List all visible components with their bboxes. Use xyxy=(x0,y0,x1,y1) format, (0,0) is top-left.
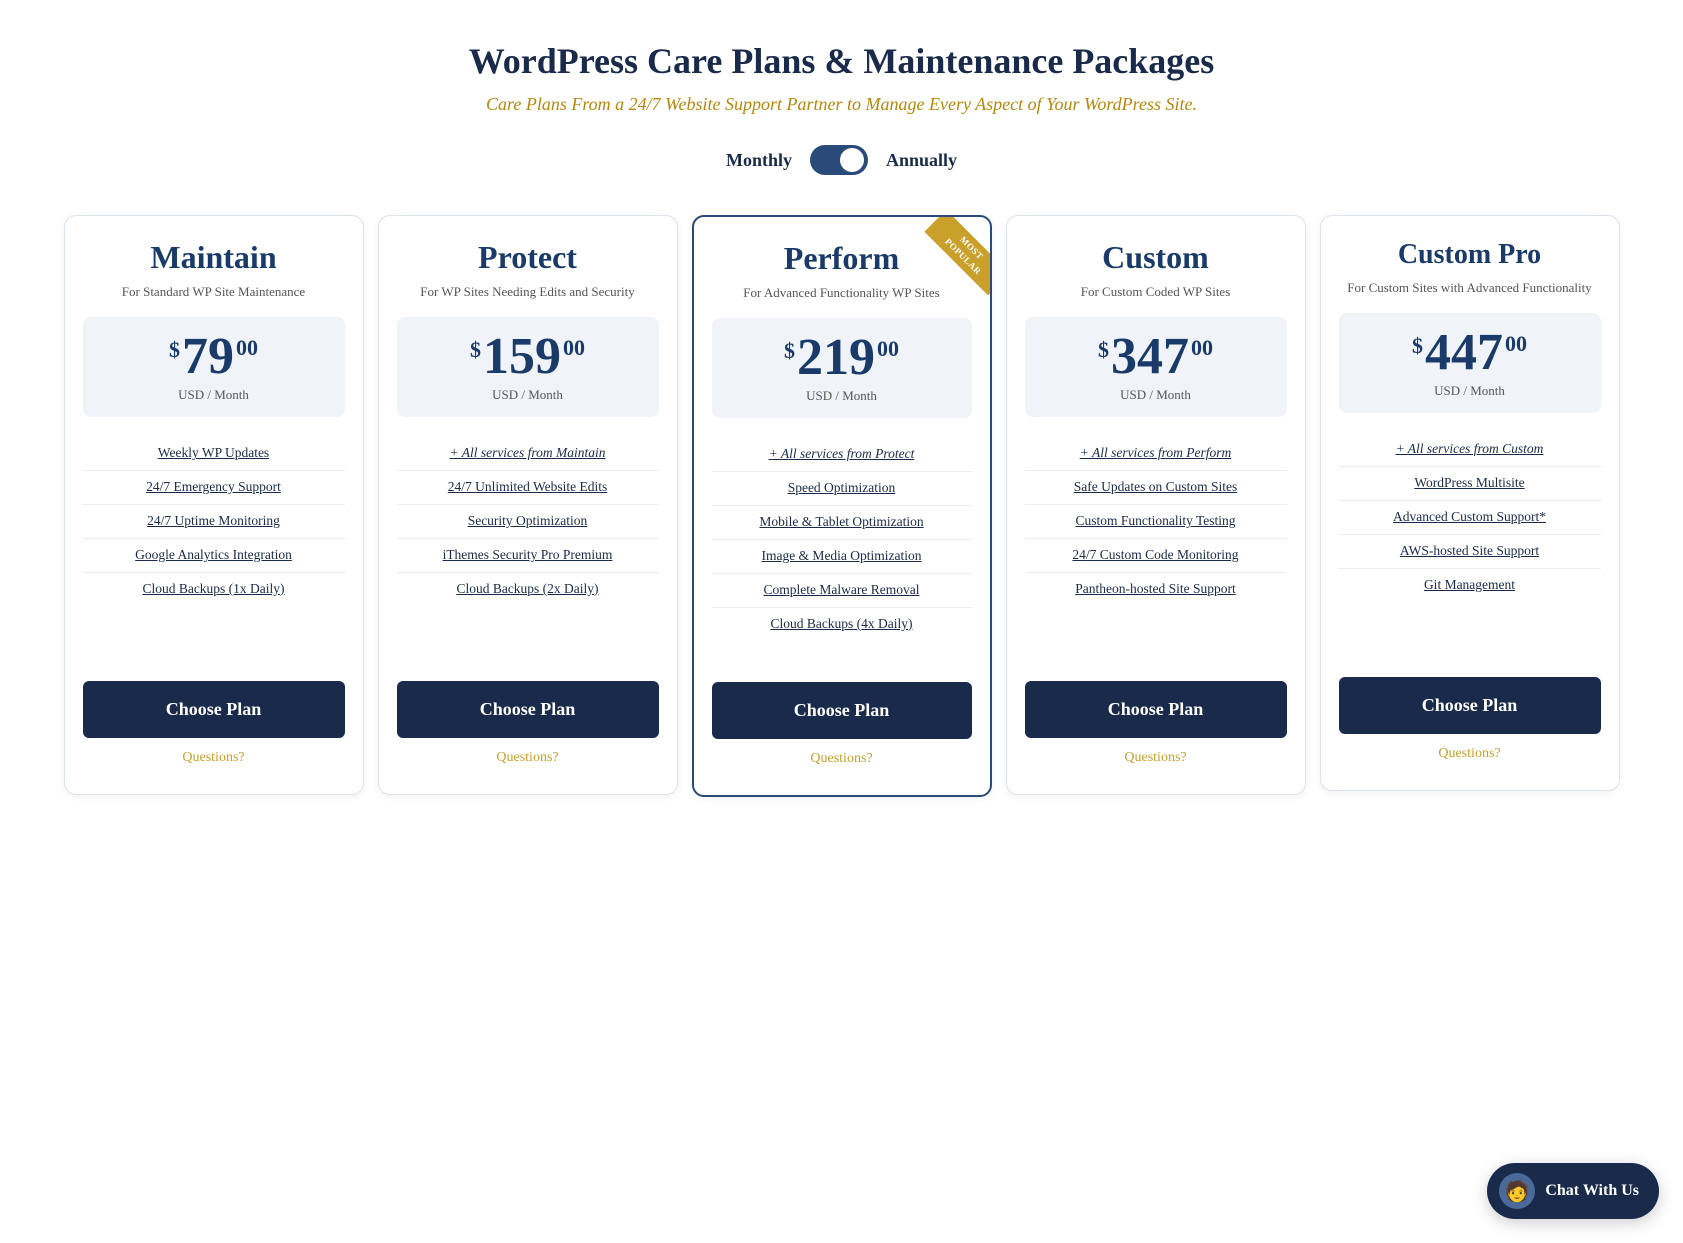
plan-desc-custom: For Custom Coded WP Sites xyxy=(1025,283,1287,301)
plan-card-custom_pro: Custom Pro For Custom Sites with Advance… xyxy=(1320,215,1620,791)
most-popular-label: MOSTPOPULAR xyxy=(924,217,990,296)
price-period-perform: USD / Month xyxy=(722,388,962,404)
feature-item: Weekly WP Updates xyxy=(83,437,345,471)
feature-item: + All services from Protect xyxy=(712,438,972,472)
choose-plan-button-custom_pro[interactable]: Choose Plan xyxy=(1339,677,1601,734)
feature-item: iThemes Security Pro Premium xyxy=(397,539,659,573)
feature-item: 24/7 Emergency Support xyxy=(83,471,345,505)
price-period-custom_pro: USD / Month xyxy=(1349,383,1591,399)
price-cents-perform: 00 xyxy=(877,338,899,360)
billing-toggle-group: Monthly Annually xyxy=(20,145,1663,175)
price-period-maintain: USD / Month xyxy=(93,387,335,403)
price-dollar-perform: $ xyxy=(784,340,795,362)
features-list-custom_pro: + All services from CustomWordPress Mult… xyxy=(1339,433,1601,653)
feature-item: Complete Malware Removal xyxy=(712,574,972,608)
price-box-maintain: $ 79 00 USD / Month xyxy=(83,317,345,417)
plan-card-maintain: Maintain For Standard WP Site Maintenanc… xyxy=(64,215,364,795)
monthly-label: Monthly xyxy=(726,150,792,171)
feature-item: 24/7 Uptime Monitoring xyxy=(83,505,345,539)
price-amount-custom_pro: 447 xyxy=(1425,327,1503,379)
plan-desc-maintain: For Standard WP Site Maintenance xyxy=(83,283,345,301)
plan-desc-protect: For WP Sites Needing Edits and Security xyxy=(397,283,659,301)
plan-card-custom: Custom For Custom Coded WP Sites $ 347 0… xyxy=(1006,215,1306,795)
price-dollar-maintain: $ xyxy=(169,339,180,361)
feature-item: Advanced Custom Support* xyxy=(1339,501,1601,535)
feature-item: + All services from Custom xyxy=(1339,433,1601,467)
feature-item: Google Analytics Integration xyxy=(83,539,345,573)
price-dollar-custom_pro: $ xyxy=(1412,335,1423,357)
price-cents-protect: 00 xyxy=(563,337,585,359)
feature-item: WordPress Multisite xyxy=(1339,467,1601,501)
questions-link-perform[interactable]: Questions? xyxy=(712,751,972,767)
plan-card-perform: MOSTPOPULAR Perform For Advanced Functio… xyxy=(692,215,992,797)
feature-item: + All services from Maintain xyxy=(397,437,659,471)
features-list-protect: + All services from Maintain24/7 Unlimit… xyxy=(397,437,659,657)
price-cents-custom: 00 xyxy=(1191,337,1213,359)
choose-plan-button-maintain[interactable]: Choose Plan xyxy=(83,681,345,738)
page-title: WordPress Care Plans & Maintenance Packa… xyxy=(20,40,1663,82)
price-box-custom_pro: $ 447 00 USD / Month xyxy=(1339,313,1601,413)
feature-item: Custom Functionality Testing xyxy=(1025,505,1287,539)
plan-name-maintain: Maintain xyxy=(83,240,345,275)
plan-name-custom: Custom xyxy=(1025,240,1287,275)
plans-container: Maintain For Standard WP Site Maintenanc… xyxy=(42,215,1642,797)
questions-link-protect[interactable]: Questions? xyxy=(397,750,659,766)
price-period-protect: USD / Month xyxy=(407,387,649,403)
questions-link-maintain[interactable]: Questions? xyxy=(83,750,345,766)
price-dollar-protect: $ xyxy=(470,339,481,361)
chat-widget[interactable]: 🧑 Chat With Us xyxy=(1487,1163,1659,1219)
plan-card-protect: Protect For WP Sites Needing Edits and S… xyxy=(378,215,678,795)
price-box-protect: $ 159 00 USD / Month xyxy=(397,317,659,417)
feature-item: Cloud Backups (1x Daily) xyxy=(83,573,345,606)
choose-plan-button-perform[interactable]: Choose Plan xyxy=(712,682,972,739)
choose-plan-button-custom[interactable]: Choose Plan xyxy=(1025,681,1287,738)
page-header: WordPress Care Plans & Maintenance Packa… xyxy=(20,40,1663,115)
toggle-thumb xyxy=(840,148,864,172)
plan-name-protect: Protect xyxy=(397,240,659,275)
choose-plan-button-protect[interactable]: Choose Plan xyxy=(397,681,659,738)
feature-item: Security Optimization xyxy=(397,505,659,539)
questions-link-custom_pro[interactable]: Questions? xyxy=(1339,746,1601,762)
feature-item: Safe Updates on Custom Sites xyxy=(1025,471,1287,505)
most-popular-ribbon: MOSTPOPULAR xyxy=(900,217,990,307)
page-subtitle: Care Plans From a 24/7 Website Support P… xyxy=(20,94,1663,115)
price-amount-perform: 219 xyxy=(797,332,875,384)
price-amount-maintain: 79 xyxy=(182,331,234,383)
feature-item: Cloud Backups (2x Daily) xyxy=(397,573,659,606)
price-box-custom: $ 347 00 USD / Month xyxy=(1025,317,1287,417)
feature-item: 24/7 Custom Code Monitoring xyxy=(1025,539,1287,573)
price-period-custom: USD / Month xyxy=(1035,387,1277,403)
feature-item: 24/7 Unlimited Website Edits xyxy=(397,471,659,505)
features-list-perform: + All services from ProtectSpeed Optimiz… xyxy=(712,438,972,658)
annually-label: Annually xyxy=(886,150,957,171)
feature-item: Cloud Backups (4x Daily) xyxy=(712,608,972,641)
billing-toggle[interactable] xyxy=(810,145,868,175)
chat-widget-label: Chat With Us xyxy=(1545,1182,1639,1200)
plan-name-custom_pro: Custom Pro xyxy=(1339,240,1601,271)
plan-desc-custom_pro: For Custom Sites with Advanced Functiona… xyxy=(1339,279,1601,297)
features-list-maintain: Weekly WP Updates24/7 Emergency Support2… xyxy=(83,437,345,657)
chat-avatar-icon: 🧑 xyxy=(1499,1173,1535,1209)
price-amount-protect: 159 xyxy=(483,331,561,383)
price-cents-custom_pro: 00 xyxy=(1505,333,1527,355)
feature-item: Image & Media Optimization xyxy=(712,540,972,574)
questions-link-custom[interactable]: Questions? xyxy=(1025,750,1287,766)
feature-item: Speed Optimization xyxy=(712,472,972,506)
features-list-custom: + All services from PerformSafe Updates … xyxy=(1025,437,1287,657)
feature-item: Pantheon-hosted Site Support xyxy=(1025,573,1287,606)
price-dollar-custom: $ xyxy=(1098,339,1109,361)
feature-item: Git Management xyxy=(1339,569,1601,602)
price-cents-maintain: 00 xyxy=(236,337,258,359)
price-box-perform: $ 219 00 USD / Month xyxy=(712,318,972,418)
feature-item: AWS-hosted Site Support xyxy=(1339,535,1601,569)
feature-item: + All services from Perform xyxy=(1025,437,1287,471)
price-amount-custom: 347 xyxy=(1111,331,1189,383)
feature-item: Mobile & Tablet Optimization xyxy=(712,506,972,540)
